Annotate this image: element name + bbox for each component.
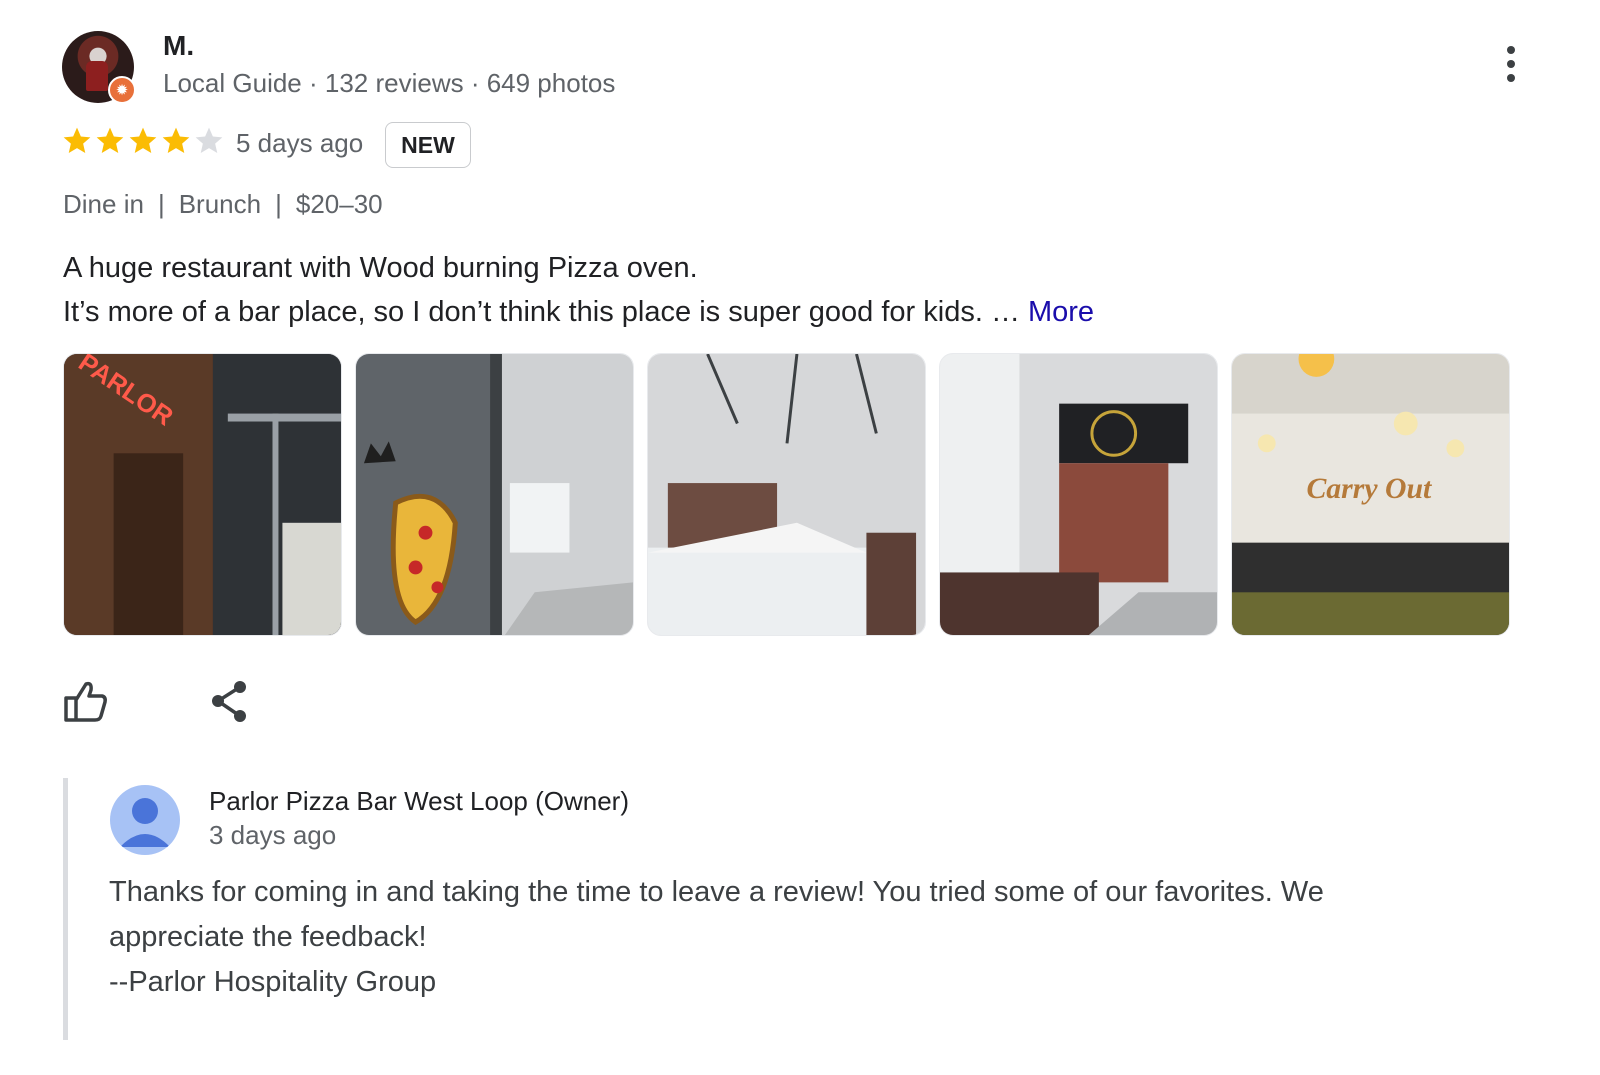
more-vert-icon — [1507, 46, 1515, 54]
photo-parlor-sign[interactable]: PARLOR — [63, 353, 342, 636]
photo-pizza-mural[interactable] — [355, 353, 634, 636]
tag-price: $20–30 — [295, 189, 383, 219]
photo-carry-out[interactable]: Carry Out — [1231, 353, 1510, 636]
owner-reply-time: 3 days ago — [209, 820, 337, 850]
share-button[interactable] — [210, 680, 250, 724]
tag-meal: Brunch — [178, 189, 262, 219]
more-options-button[interactable] — [1500, 46, 1522, 88]
review-text-line: A huge restaurant with Wood burning Pizz… — [63, 252, 698, 284]
star-filled-icon — [63, 127, 91, 153]
star-rating — [61, 125, 225, 161]
thumbs-up-icon — [64, 681, 107, 722]
photo-street-tent[interactable] — [647, 353, 926, 636]
like-button[interactable] — [62, 678, 112, 724]
owner-reply-text: Thanks for coming in and taking the time… — [109, 870, 1489, 1005]
star-empty-icon — [195, 127, 223, 153]
star-filled-icon — [96, 127, 124, 153]
review-text: A huge restaurant with Wood burning Pizz… — [63, 246, 1094, 334]
new-badge: NEW — [385, 122, 471, 168]
more-link[interactable]: More — [1028, 296, 1094, 328]
reply-line: appreciate the feedback! — [109, 921, 427, 953]
reviewer-name[interactable]: M. — [163, 30, 194, 62]
reply-line: Thanks for coming in and taking the time… — [109, 876, 1324, 908]
tag-separator: | — [157, 189, 165, 219]
tag-dine-in: Dine in — [63, 189, 144, 219]
reviewer-meta[interactable]: Local Guide · 132 reviews · 649 photos — [163, 68, 615, 99]
reply-line: --Parlor Hospitality Group — [109, 966, 437, 998]
review-tags: Dine in | Brunch | $20–30 — [63, 189, 383, 220]
tag-separator: | — [275, 189, 282, 219]
share-icon — [212, 681, 246, 722]
owner-name: Parlor Pizza Bar West Loop (Owner) — [209, 786, 629, 816]
star-filled-icon — [162, 127, 190, 153]
photo-pizza-sign[interactable] — [939, 353, 1218, 636]
photo-strip: PARLOR Carry Out — [63, 353, 1510, 636]
review-text-line: It’s more of a bar place, so I don’t thi… — [63, 296, 1020, 328]
star-filled-icon — [129, 127, 157, 153]
owner-reply: Parlor Pizza Bar West Loop (Owner) 3 day… — [63, 778, 1548, 1040]
local-guide-badge-icon: ✹ — [108, 76, 136, 104]
carry-out-sign-text: Carry Out — [1306, 472, 1433, 505]
account-avatar-icon — [110, 785, 180, 855]
review-time: 5 days ago — [236, 128, 364, 158]
